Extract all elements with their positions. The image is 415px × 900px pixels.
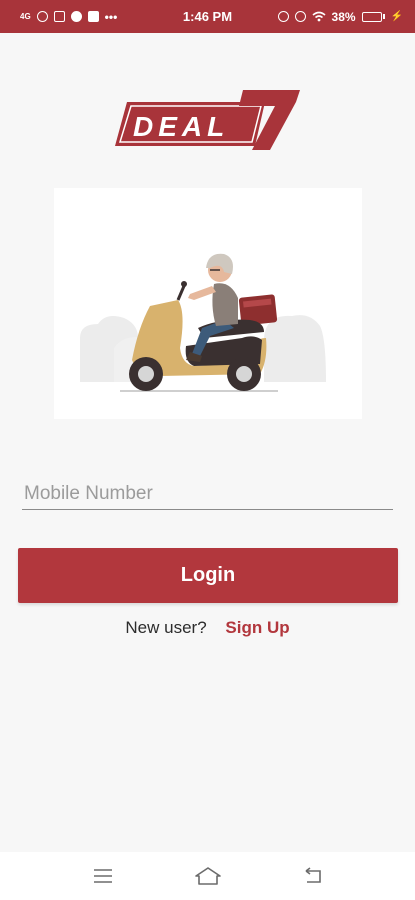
menu-button[interactable]: [83, 861, 123, 891]
mail-icon: [87, 11, 99, 22]
call-icon: [294, 11, 306, 22]
battery-icon: [361, 11, 385, 22]
login-screen: 4G ••• 1:46 PM 38% ⚡ DEAL 7 Mobile Numbe…: [0, 0, 415, 900]
status-icons-left: 4G •••: [20, 10, 117, 24]
home-icon: [194, 867, 221, 885]
status-icons-right: 38% ⚡: [277, 9, 403, 24]
network-type: 4G: [20, 11, 31, 21]
mute-icon: [277, 11, 289, 22]
messenger-icon: [70, 11, 82, 22]
logo-number: 7: [115, 88, 116, 89]
menu-icon: [93, 869, 112, 883]
deal7-logo: DEAL 7: [115, 88, 300, 150]
home-button[interactable]: [188, 861, 228, 891]
charging-icon: ⚡: [390, 11, 403, 22]
usb-icon: [36, 11, 48, 22]
mobile-number-input[interactable]: [22, 478, 393, 510]
back-icon: [305, 867, 321, 883]
notification-icon: [53, 11, 65, 22]
system-nav-bar: [0, 852, 415, 900]
back-button[interactable]: [293, 861, 333, 891]
delivery-illustration: [54, 188, 362, 419]
battery-percent: 38%: [331, 9, 356, 24]
signup-link[interactable]: Sign Up: [225, 618, 289, 637]
login-button-label: Login: [180, 564, 236, 586]
signup-prompt: New user? Sign Up: [0, 618, 415, 638]
new-user-text: New user?: [125, 618, 207, 637]
logo-text: DEAL: [133, 111, 229, 142]
scooter-rider-image: [80, 253, 326, 392]
login-button[interactable]: Login: [18, 548, 398, 603]
status-bar: 4G ••• 1:46 PM 38% ⚡: [0, 0, 415, 33]
wifi-icon: [312, 11, 326, 22]
more-notifications-icon: •••: [104, 9, 118, 24]
